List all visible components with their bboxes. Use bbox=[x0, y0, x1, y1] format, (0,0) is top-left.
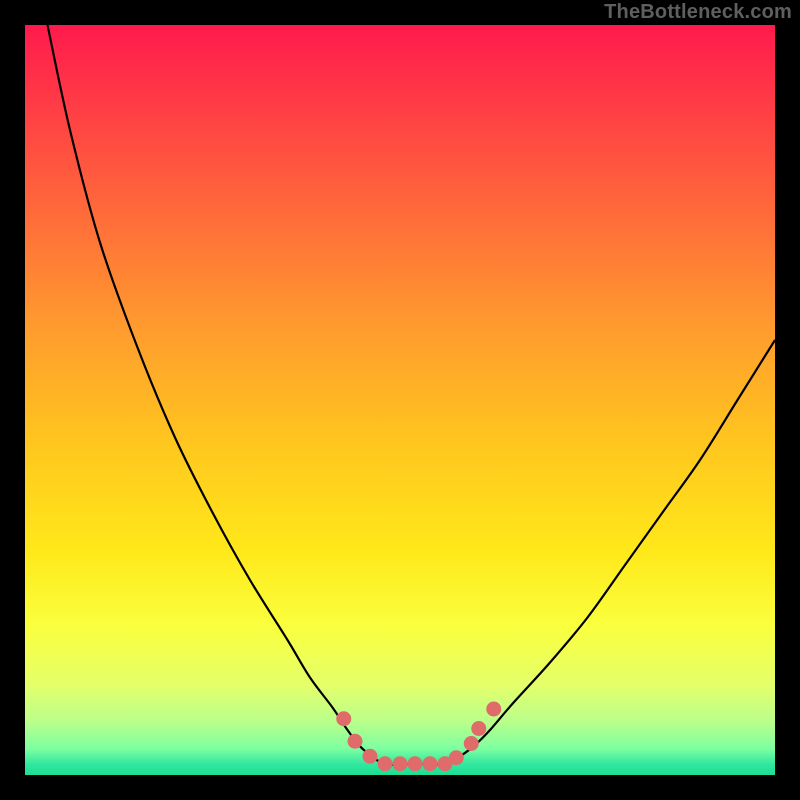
marker-point bbox=[423, 756, 438, 771]
marker-point bbox=[363, 749, 378, 764]
marker-point bbox=[471, 721, 486, 736]
marker-point bbox=[378, 756, 393, 771]
marker-point bbox=[464, 736, 479, 751]
marker-point bbox=[336, 711, 351, 726]
marker-point bbox=[486, 702, 501, 717]
watermark-text: TheBottleneck.com bbox=[604, 1, 792, 24]
chart-frame: TheBottleneck.com bbox=[0, 0, 800, 800]
curve-layer bbox=[25, 25, 775, 775]
sample-markers bbox=[336, 702, 501, 772]
marker-point bbox=[408, 756, 423, 771]
bottleneck-curve bbox=[48, 25, 776, 765]
marker-point bbox=[348, 734, 363, 749]
marker-point bbox=[393, 756, 408, 771]
marker-point bbox=[449, 750, 464, 765]
plot-area bbox=[25, 25, 775, 775]
